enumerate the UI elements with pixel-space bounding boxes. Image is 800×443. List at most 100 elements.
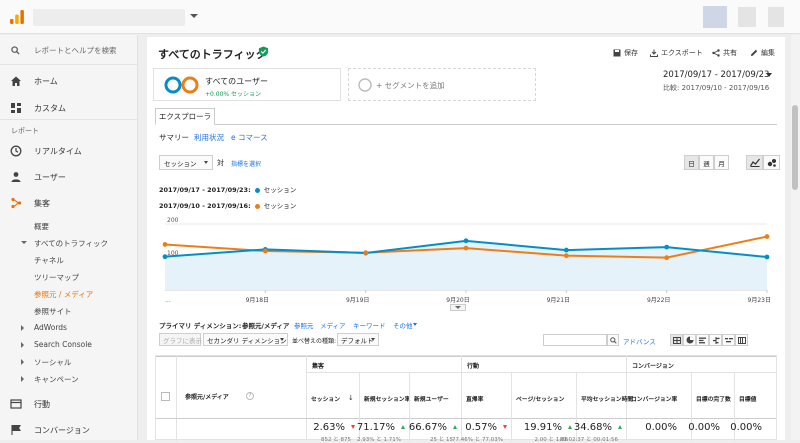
select-all-checkbox[interactable] [161,392,170,401]
segment-all-users[interactable]: すべてのユーザー +0.00% セッション [153,68,341,101]
table-search-input[interactable] [543,334,607,346]
sidebar-item-behavior[interactable]: 行動 [0,397,137,411]
sidebar-item-adwords[interactable]: AdWords [21,323,67,332]
date-range-selector[interactable]: 2017/09/17 - 2017/09/23 [663,70,769,80]
column-header[interactable]: ページ/セッション [516,394,564,403]
series-0-point [664,244,670,250]
user-avatar[interactable] [768,7,784,27]
sidebar-item-custom[interactable]: カスタム [0,101,137,115]
column-header[interactable]: 目標値 [739,394,756,403]
date-dropdown-icon[interactable] [766,73,772,77]
column-header[interactable]: 新規ユーザー [414,394,449,403]
sidebar-item-acquisition[interactable]: 集客 [0,196,137,210]
table-search-button[interactable] [607,334,619,346]
sort-type-label: 並べ替えの種類: [292,338,337,345]
dimension-other[interactable]: その他 [393,320,413,330]
sidebar-item-conversions[interactable]: コンバージョン [0,423,137,437]
advanced-filter-link[interactable]: アドバンス [623,336,656,346]
series-0-point [162,254,168,260]
download-icon [650,49,658,57]
column-header[interactable]: 新規セッション率 [364,394,410,403]
plot-rows-button[interactable]: グラフに表示 [159,333,202,346]
dimension-medium[interactable]: メディア [320,320,346,330]
sort-type-value: デフォルト [341,336,374,345]
sidebar-item-home[interactable]: ホーム [0,74,137,88]
save-button[interactable]: 保存 [613,48,638,58]
page-title: すべてのトラフィック [158,48,267,61]
x-tick-label: 9月20日 [446,297,469,304]
page-scrollbar[interactable] [791,35,800,440]
scrollbar-thumb[interactable] [792,105,798,190]
account-dropdown-icon[interactable] [190,14,198,18]
motion-chart-button[interactable] [763,155,780,170]
secondary-dimension-select[interactable]: セカンダリ ディメンション [203,333,288,346]
subtab-summary[interactable]: サマリー [159,132,189,143]
help-icon[interactable]: ? [246,392,254,400]
view-comparison-button[interactable] [709,334,722,346]
sidebar-item-audience[interactable]: ユーザー [0,170,137,184]
column-header[interactable]: 直帰率 [466,394,483,403]
x-tick-label: 9月22日 [647,297,670,304]
sidebar-item-social[interactable]: ソーシャル [20,357,71,368]
series-0-point [463,238,469,244]
metric-comparison-values: 852 と 875 [321,437,351,443]
add-segment-button[interactable]: + セグメントを追加 [348,68,536,101]
apps-icon[interactable] [738,7,756,27]
sidebar-item-all-traffic[interactable]: すべてのトラフィック [20,238,108,249]
chevron-down-icon [413,323,417,326]
column-header[interactable]: セッション [311,394,340,403]
account-selector[interactable] [33,9,185,26]
metric-select[interactable]: セッション [159,155,213,170]
dimension-header[interactable]: 参照元/メディア [185,392,229,401]
view-table-button[interactable] [670,334,683,346]
view-performance-button[interactable] [696,334,709,346]
sidebar-item-channels[interactable]: チャネル [34,255,64,266]
segment-percent: +0.00% セッション [205,91,261,98]
notifications-icon[interactable] [703,6,727,28]
column-header[interactable]: コンバージョン率 [631,394,677,403]
sidebar-item-source-medium[interactable]: 参照元 / メディア [34,289,93,300]
sidebar-item-referrals[interactable]: 参照サイト [34,306,72,317]
bubble-chart-icon [767,159,776,167]
sort-descending-icon[interactable]: ↓ [348,394,354,402]
line-chart-button[interactable] [746,155,763,170]
sidebar-search[interactable]: レポートとヘルプを検索 [0,35,137,65]
date-compare: 比較: 2017/09/10 - 2017/09/16 [663,84,770,92]
dimension-keyword[interactable]: キーワード [353,320,386,330]
dimension-source[interactable]: 参照元 [294,320,314,330]
subtab-usage[interactable]: 利用状況 [194,132,224,143]
day-button[interactable]: 日 [684,155,699,170]
sidebar-item-treemap[interactable]: ツリーマップ [34,272,79,283]
month-button[interactable]: 月 [714,155,729,170]
tab-explorer[interactable]: エクスプローラ [155,108,215,125]
share-button[interactable]: 共有 [712,48,737,58]
view-pie-button[interactable] [683,334,696,346]
view-term-cloud-button[interactable] [722,334,735,346]
sidebar-item-campaigns[interactable]: キャンペーン [21,374,79,385]
legend-current: 2017/09/17 - 2017/09/23: セッション [159,184,296,194]
chart-resize-handle[interactable] [450,304,466,311]
metric-change-value: 34.68% [573,422,612,433]
main-area: すべてのトラフィック 保存 エクスポート 共有 編集 すべてのユーザー +0.0… [139,35,800,443]
view-pivot-button[interactable] [735,334,748,346]
week-button[interactable]: 週 [699,155,714,170]
analytics-logo-icon[interactable] [9,9,25,25]
column-header[interactable]: 平均セッション時間 [581,394,633,403]
flag-icon [11,424,21,435]
select-metric-link[interactable]: 指標を選択 [231,159,261,168]
subtab-ecommerce[interactable]: e コマース [231,132,268,143]
data-table: 参照元/メディア ? 集客 行動 コンバージョン セッション 2.63% 852 と… [155,355,777,443]
primary-dimension-label: プライマリ ディメンション: [159,322,242,330]
sidebar-item-realtime[interactable]: リアルタイム [0,144,137,158]
sort-type-select[interactable]: デフォルト [337,333,379,346]
divider [0,119,137,120]
edit-button[interactable]: 編集 [750,48,775,58]
export-button[interactable]: エクスポート [650,48,703,58]
search-input[interactable]: レポートとヘルプを検索 [34,45,117,56]
sidebar-item-search-console[interactable]: Search Console [21,340,92,349]
sidebar-item-overview[interactable]: 概要 [34,221,49,232]
column-header[interactable]: 目標の完了数 [696,394,731,403]
y-tick-label: 200 [167,217,179,224]
series-0-point [563,247,569,253]
segment-blue-ring-icon [164,76,182,94]
